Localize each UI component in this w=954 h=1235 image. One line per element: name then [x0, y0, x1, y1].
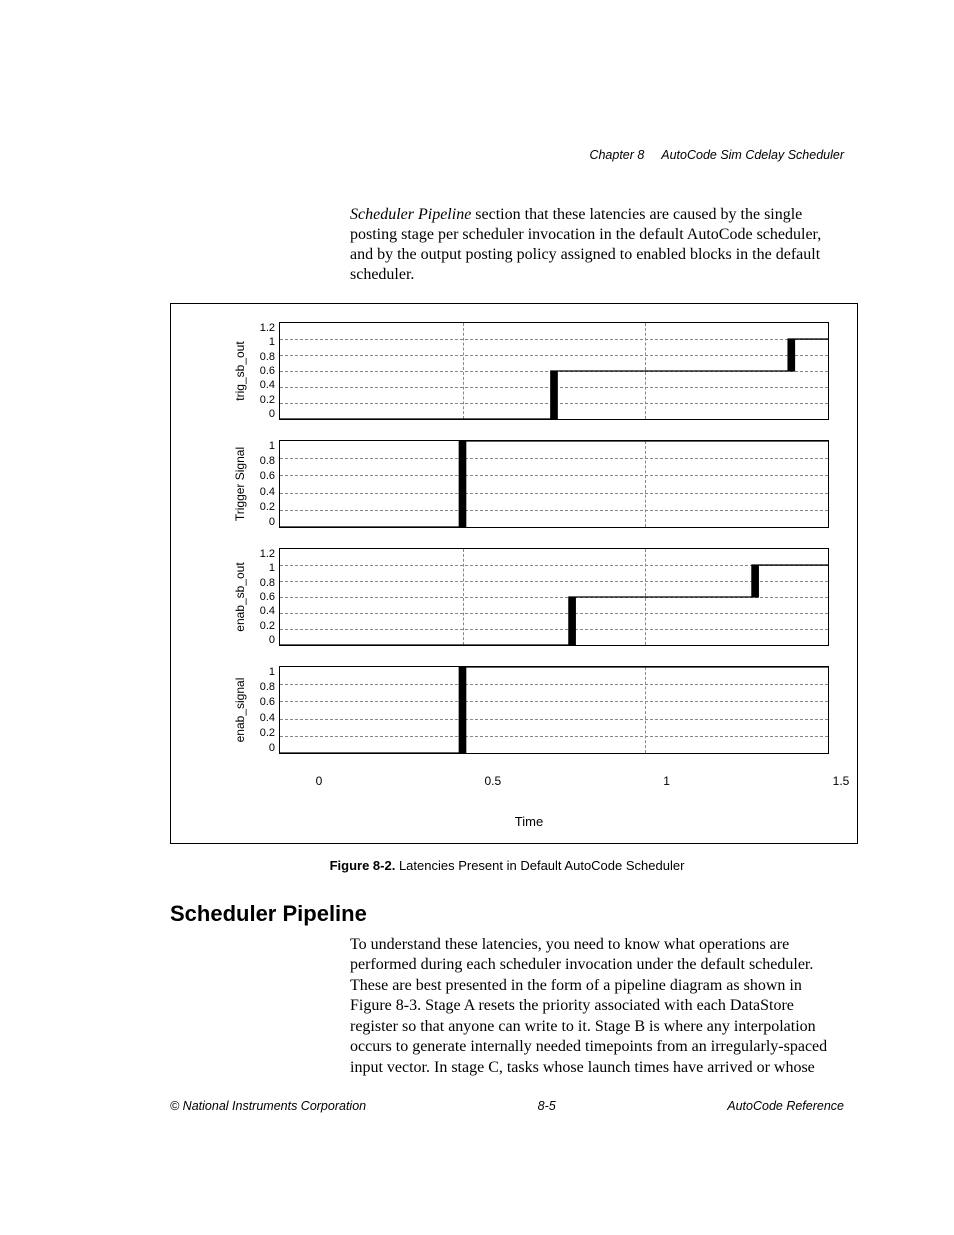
ytick: 0.2: [251, 727, 275, 739]
plot-area: [279, 440, 829, 528]
yticks: 1 0.8 0.6 0.4 0.2 0: [251, 440, 279, 528]
ytick: 0.8: [251, 351, 275, 363]
ytick: 1: [251, 562, 275, 574]
ytick: 0: [251, 408, 275, 420]
chapter-title: AutoCode Sim Cdelay Scheduler: [661, 148, 844, 162]
xtick: 0: [316, 774, 323, 788]
intro-paragraph: Scheduler Pipeline section that these la…: [350, 205, 844, 285]
ytick: 0.6: [251, 365, 275, 377]
xtick: 0.5: [484, 774, 501, 788]
ytick: 0.2: [251, 501, 275, 513]
xticks: 0 0.5 1 1.5: [319, 774, 841, 788]
ytick: 0.4: [251, 712, 275, 724]
page: Chapter 8 AutoCode Sim Cdelay Scheduler …: [0, 0, 954, 1235]
body-paragraph: To understand these latencies, you need …: [350, 935, 844, 1078]
figure-frame: trig_sb_out 1.2 1 0.8 0.6 0.4 0.2 0: [170, 303, 858, 844]
xtick: 1: [663, 774, 670, 788]
ytick: 0.2: [251, 620, 275, 632]
ytick: 0.8: [251, 455, 275, 467]
ytick: 1: [251, 666, 275, 678]
ytick: 0.6: [251, 470, 275, 482]
ytick: 0.4: [251, 486, 275, 498]
ytick: 0.8: [251, 681, 275, 693]
ylabel: enab_signal: [233, 678, 247, 743]
ytick: 1.2: [251, 548, 275, 560]
ytick: 0.4: [251, 379, 275, 391]
running-header: Chapter 8 AutoCode Sim Cdelay Scheduler: [589, 148, 844, 162]
figure-caption: Figure 8-2. Latencies Present in Default…: [170, 858, 844, 873]
xtick: 1.5: [833, 774, 850, 788]
chapter-number: Chapter 8: [589, 148, 644, 162]
panel-enab-signal: enab_signal 1 0.8 0.6 0.4 0.2 0: [229, 666, 829, 754]
plot-area: [279, 548, 829, 646]
ytick: 1: [251, 336, 275, 348]
ylabel: Trigger Signal: [233, 447, 247, 521]
xlabel: Time: [229, 814, 829, 829]
yticks: 1.2 1 0.8 0.6 0.4 0.2 0: [251, 322, 279, 420]
footer-center: 8-5: [538, 1099, 556, 1113]
ytick: 0.2: [251, 394, 275, 406]
plot-area: [279, 322, 829, 420]
panel-trig-sb-out: trig_sb_out 1.2 1 0.8 0.6 0.4 0.2 0: [229, 322, 829, 420]
ytick: 0.8: [251, 577, 275, 589]
panel-trigger-signal: Trigger Signal 1 0.8 0.6 0.4 0.2 0: [229, 440, 829, 528]
yticks: 1.2 1 0.8 0.6 0.4 0.2 0: [251, 548, 279, 646]
ytick: 0.4: [251, 605, 275, 617]
ytick: 0: [251, 516, 275, 528]
ytick: 1.2: [251, 322, 275, 334]
ylabel: enab_sb_out: [233, 562, 247, 631]
caption-strong: Figure 8-2.: [330, 858, 396, 873]
page-footer: © National Instruments Corporation 8-5 A…: [170, 1099, 844, 1113]
footer-left: © National Instruments Corporation: [170, 1099, 366, 1113]
ytick: 0.6: [251, 696, 275, 708]
ytick: 1: [251, 440, 275, 452]
yticks: 1 0.8 0.6 0.4 0.2 0: [251, 666, 279, 754]
plot-column: trig_sb_out 1.2 1 0.8 0.6 0.4 0.2 0: [229, 322, 829, 829]
section-heading: Scheduler Pipeline: [170, 901, 844, 927]
ytick: 0.6: [251, 591, 275, 603]
intro-emph: Scheduler Pipeline: [350, 206, 471, 223]
footer-right: AutoCode Reference: [727, 1099, 844, 1113]
plot-area: [279, 666, 829, 754]
panel-enab-sb-out: enab_sb_out 1.2 1 0.8 0.6 0.4 0.2 0: [229, 548, 829, 646]
ytick: 0: [251, 634, 275, 646]
caption-rest: Latencies Present in Default AutoCode Sc…: [395, 858, 684, 873]
ylabel: trig_sb_out: [233, 341, 247, 400]
ytick: 0: [251, 742, 275, 754]
